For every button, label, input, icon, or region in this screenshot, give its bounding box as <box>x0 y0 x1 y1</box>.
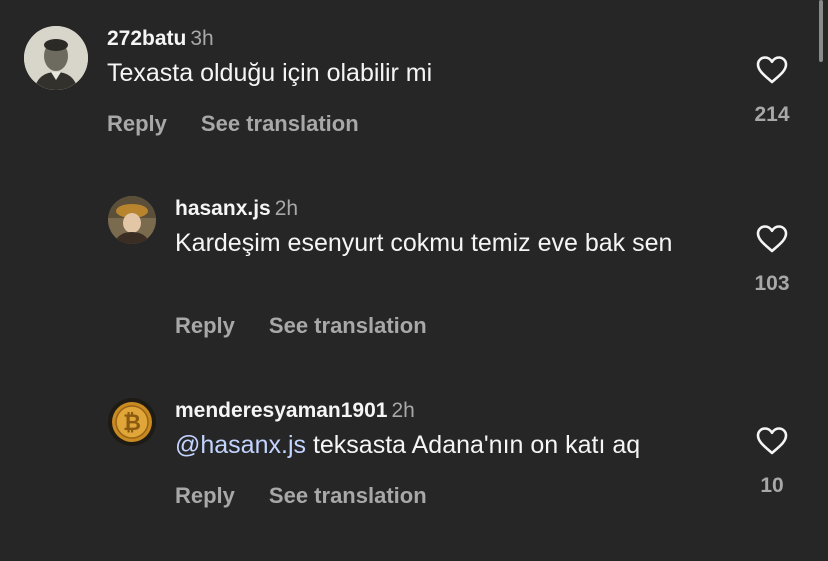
username[interactable]: menderesyaman1901 <box>175 399 387 422</box>
comment-meta: 272batu 3h <box>107 26 432 52</box>
like-group: 10 <box>742 426 802 498</box>
like-group: 103 <box>742 224 802 296</box>
scrollbar[interactable] <box>819 0 823 62</box>
avatar[interactable]: ₿ <box>108 398 156 446</box>
bitcoin-coin-icon: ₿ <box>108 398 156 446</box>
reply-button[interactable]: Reply <box>175 483 235 508</box>
user-photo-icon <box>108 196 156 244</box>
timestamp: 2h <box>274 197 299 220</box>
comment-text: Texasta olduğu için olabilir mi <box>107 59 433 87</box>
mention-link[interactable]: @hasanx.js <box>175 431 306 459</box>
avatar[interactable] <box>24 26 88 90</box>
reply-button[interactable]: Reply <box>175 313 235 338</box>
comment-body: 272batu 3h Texasta olduğu için olabilir m… <box>107 26 432 90</box>
heart-outline-icon[interactable] <box>756 426 788 456</box>
username[interactable]: hasanx.js <box>175 197 271 220</box>
see-translation-button[interactable]: See translation <box>201 111 359 136</box>
like-count: 10 <box>760 474 784 497</box>
comment-actions: Reply See translation <box>175 313 427 339</box>
comments-panel: 272batu 3h Texasta olduğu için olabilir m… <box>0 0 828 561</box>
like-count: 103 <box>754 272 790 295</box>
user-photo-icon <box>24 26 88 90</box>
like-count: 214 <box>754 103 790 126</box>
comment-text-content: teksasta Adana'nın on katı aq <box>306 431 641 459</box>
svg-text:₿: ₿ <box>123 411 141 436</box>
reply-button[interactable]: Reply <box>107 111 167 136</box>
comment-body: menderesyaman1901 2h @hasanx.js teksasta … <box>175 398 735 462</box>
comment-actions: Reply See translation <box>175 483 427 509</box>
like-group: 214 <box>742 55 802 127</box>
comment-text: Kardeşim esenyurt cokmu temiz eve bak se… <box>175 229 673 257</box>
comment-meta: hasanx.js 2h <box>175 196 715 222</box>
heart-outline-icon[interactable] <box>756 55 788 85</box>
username[interactable]: 272batu <box>107 27 186 50</box>
timestamp: 2h <box>391 399 415 422</box>
comment-meta: menderesyaman1901 2h <box>175 398 735 424</box>
comment-text: @hasanx.js teksasta Adana'nın on katı aq <box>175 429 735 462</box>
comment-body: hasanx.js 2h Kardeşim esenyurt cokmu temi… <box>175 196 715 260</box>
comment-actions: Reply See translation <box>107 111 359 137</box>
see-translation-button[interactable]: See translation <box>269 313 427 338</box>
timestamp: 3h <box>190 27 214 50</box>
avatar[interactable] <box>108 196 156 244</box>
see-translation-button[interactable]: See translation <box>269 483 427 508</box>
heart-outline-icon[interactable] <box>756 224 788 254</box>
